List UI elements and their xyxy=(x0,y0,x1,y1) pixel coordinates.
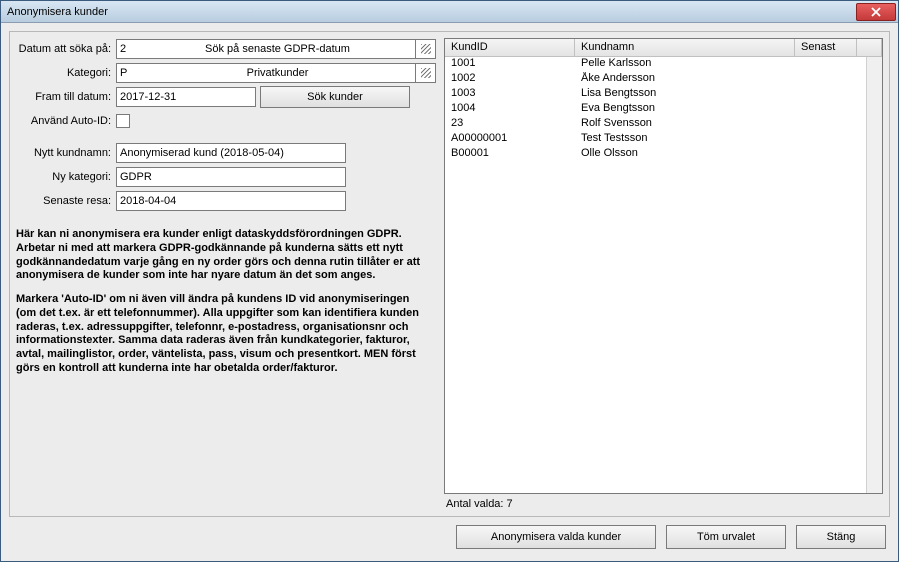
table-row[interactable]: B00001Olle Olsson xyxy=(445,147,882,162)
cell-kundnamn: Eva Bengtsson xyxy=(575,102,795,117)
ny-kategori-label: Ny kategori: xyxy=(16,171,116,183)
title-bar: Anonymisera kunder xyxy=(1,1,898,23)
datum-att-soka-label: Datum att söka på: xyxy=(16,43,116,55)
cell-kundid: A00000001 xyxy=(445,132,575,147)
cell-kundid: 1004 xyxy=(445,102,575,117)
th-kundid[interactable]: KundID xyxy=(445,39,575,56)
main-panel: Datum att söka på: Kategori: xyxy=(9,31,890,517)
table-row[interactable]: 1002Åke Andersson xyxy=(445,72,882,87)
ny-kategori-input[interactable] xyxy=(116,167,346,187)
cell-kundid: B00001 xyxy=(445,147,575,162)
cell-kundnamn: Olle Olsson xyxy=(575,147,795,162)
count-label: Antal valda: 7 xyxy=(444,494,883,510)
table-row[interactable]: 1003Lisa Bengtsson xyxy=(445,87,882,102)
row-senaste-resa: Senaste resa: xyxy=(16,190,436,212)
info-text: Här kan ni anonymisera era kunder enligt… xyxy=(16,228,436,386)
row-datum-att-soka: Datum att söka på: xyxy=(16,38,436,60)
chevron-down-icon xyxy=(421,68,431,78)
cell-kundnamn: Lisa Bengtsson xyxy=(575,87,795,102)
customer-table[interactable]: KundID Kundnamn Senast 1001Pelle Karlsso… xyxy=(444,38,883,494)
cell-senast xyxy=(795,72,857,87)
row-kategori: Kategori: xyxy=(16,62,436,84)
row-fram-till-datum: Fram till datum: Sök kunder xyxy=(16,86,436,108)
cell-kundnamn: Test Testsson xyxy=(575,132,795,147)
anvand-auto-id-checkbox[interactable] xyxy=(116,114,130,128)
table-row[interactable]: 23Rolf Svensson xyxy=(445,117,882,132)
fram-till-datum-input[interactable] xyxy=(116,87,256,107)
window: Anonymisera kunder Datum att söka på: xyxy=(0,0,899,562)
cell-senast xyxy=(795,102,857,117)
kategori-label: Kategori: xyxy=(16,67,116,79)
row-anvand-auto-id: Använd Auto-ID: xyxy=(16,110,436,132)
datum-att-soka-dropdown-button[interactable] xyxy=(416,39,436,59)
tom-urvalet-button[interactable]: Töm urvalet xyxy=(666,525,786,549)
info-paragraph-1: Här kan ni anonymisera era kunder enligt… xyxy=(16,228,426,283)
info-paragraph-2: Markera 'Auto-ID' om ni även vill ändra … xyxy=(16,293,426,376)
cell-kundnamn: Rolf Svensson xyxy=(575,117,795,132)
sok-kunder-button[interactable]: Sök kunder xyxy=(260,86,410,108)
left-panel: Datum att söka på: Kategori: xyxy=(16,38,436,510)
kategori-text[interactable] xyxy=(140,63,416,83)
table-body: 1001Pelle Karlsson1002Åke Andersson1003L… xyxy=(445,57,882,162)
anonymisera-button[interactable]: Anonymisera valda kunder xyxy=(456,525,656,549)
table-row[interactable]: 1004Eva Bengtsson xyxy=(445,102,882,117)
content-area: Datum att söka på: Kategori: xyxy=(1,23,898,561)
cell-senast xyxy=(795,132,857,147)
row-ny-kategori: Ny kategori: xyxy=(16,166,436,188)
close-button[interactable] xyxy=(856,3,896,21)
th-senast[interactable]: Senast xyxy=(795,39,857,56)
datum-att-soka-code[interactable] xyxy=(116,39,140,59)
datum-att-soka-combo[interactable] xyxy=(116,39,436,59)
cell-senast xyxy=(795,147,857,162)
cell-senast xyxy=(795,117,857,132)
cell-kundid: 1003 xyxy=(445,87,575,102)
right-panel: KundID Kundnamn Senast 1001Pelle Karlsso… xyxy=(444,38,883,510)
window-title: Anonymisera kunder xyxy=(7,6,108,18)
kategori-dropdown-button[interactable] xyxy=(416,63,436,83)
cell-kundnamn: Pelle Karlsson xyxy=(575,57,795,72)
table-row[interactable]: A00000001Test Testsson xyxy=(445,132,882,147)
stang-button[interactable]: Stäng xyxy=(796,525,886,549)
chevron-down-icon xyxy=(421,44,431,54)
nytt-kundnamn-label: Nytt kundnamn: xyxy=(16,147,116,159)
senaste-resa-input[interactable] xyxy=(116,191,346,211)
th-kundnamn[interactable]: Kundnamn xyxy=(575,39,795,56)
datum-att-soka-text[interactable] xyxy=(140,39,416,59)
table-header: KundID Kundnamn Senast xyxy=(445,39,882,57)
cell-kundid: 1002 xyxy=(445,72,575,87)
bottom-bar: Anonymisera valda kunder Töm urvalet Stä… xyxy=(9,521,890,553)
cell-kundid: 23 xyxy=(445,117,575,132)
cell-kundid: 1001 xyxy=(445,57,575,72)
cell-kundnamn: Åke Andersson xyxy=(575,72,795,87)
close-icon xyxy=(871,7,881,17)
cell-senast xyxy=(795,87,857,102)
cell-senast xyxy=(795,57,857,72)
th-pad xyxy=(857,39,882,56)
vertical-scrollbar[interactable] xyxy=(866,57,882,493)
kategori-combo[interactable] xyxy=(116,63,436,83)
anvand-auto-id-label: Använd Auto-ID: xyxy=(16,115,116,127)
table-row[interactable]: 1001Pelle Karlsson xyxy=(445,57,882,72)
kategori-code[interactable] xyxy=(116,63,140,83)
row-nytt-kundnamn: Nytt kundnamn: xyxy=(16,142,436,164)
senaste-resa-label: Senaste resa: xyxy=(16,195,116,207)
nytt-kundnamn-input[interactable] xyxy=(116,143,346,163)
fram-till-datum-label: Fram till datum: xyxy=(16,91,116,103)
